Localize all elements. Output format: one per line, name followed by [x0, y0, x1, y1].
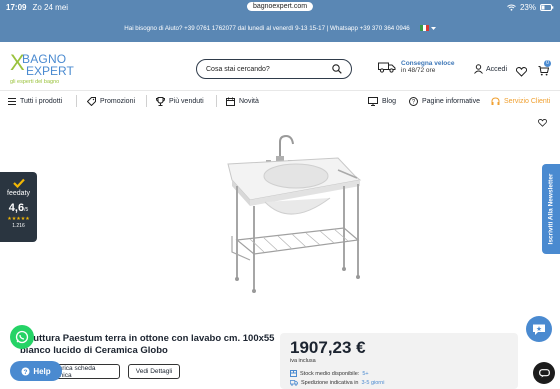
nav-divider: [146, 95, 147, 107]
login-button[interactable]: Accedi: [474, 64, 507, 74]
italy-flag-icon: [419, 25, 429, 31]
nav-promotions[interactable]: Promozioni: [87, 95, 135, 107]
whatsapp-icon: [15, 330, 29, 344]
wishlist-button[interactable]: [515, 64, 528, 82]
help-icon: ?: [21, 367, 30, 375]
feedaty-scale: /5: [24, 207, 29, 213]
price-box: 1907,23 € iva inclusa Stock medio dispon…: [280, 333, 518, 389]
feedaty-brand: feedaty: [7, 190, 30, 197]
checkmark-icon: [13, 178, 25, 188]
shipping-label: Spedizione indicativa in: [301, 380, 359, 386]
view-details-button[interactable]: Vedi Dettagli: [128, 364, 180, 379]
feedaty-rating-widget[interactable]: feedaty 4,6/5 ★★★★★ 1.216: [0, 172, 37, 242]
newsletter-tab[interactable]: Iscriviti Alla Newsletter: [542, 164, 560, 254]
heart-icon: [515, 67, 528, 77]
vat-note: iva inclusa: [290, 358, 316, 364]
nav-customer-service-label: Servizio Clienti: [504, 97, 551, 105]
nav-all-products[interactable]: Tutti i prodotti: [8, 95, 62, 107]
tag-icon: [87, 96, 96, 106]
product-wishlist-button[interactable]: [538, 114, 547, 132]
nav-blog-label: Blog: [382, 97, 397, 105]
help-button[interactable]: ? Help: [10, 361, 62, 381]
user-icon: [474, 64, 483, 74]
status-date: Zo 24 mei: [32, 2, 69, 12]
product-image[interactable]: [210, 128, 365, 296]
chevron-down-icon: [430, 26, 436, 30]
delivery-title: Consegna veloce: [401, 60, 455, 67]
battery-icon: [540, 3, 554, 11]
nav-divider: [216, 95, 217, 107]
view-details-label: Vedi Dettagli: [135, 368, 173, 375]
stock-value: 5+: [362, 370, 369, 377]
main-nav: Tutti i prodotti Promozioni Più venduti …: [0, 90, 560, 110]
blog-icon: [368, 96, 378, 106]
search-input[interactable]: Cosa stai cercando?: [196, 59, 352, 79]
trophy-icon: [156, 96, 165, 106]
headset-icon: [491, 96, 500, 105]
truck-icon: [378, 62, 396, 73]
fast-delivery-info: Consegna veloce in 48/72 ore: [378, 60, 454, 74]
nav-info-pages[interactable]: ? Pagine informative: [409, 95, 480, 107]
newsletter-label: Iscriviti Alla Newsletter: [547, 173, 555, 245]
contact-text: Hai bisogno di Aiuto? +39 0761 1762077 d…: [124, 24, 410, 32]
nav-customer-service[interactable]: Servizio Clienti: [491, 95, 550, 107]
search-icon[interactable]: [332, 64, 342, 74]
logo-tagline: gli esperti del bagno: [10, 79, 60, 85]
status-bar: 17:09 Zo 24 mei bagnoexpert.com 23%: [0, 0, 560, 14]
site-logo[interactable]: X BAGNO EXPERT gli esperti del bagno: [10, 51, 76, 86]
help-label: Help: [33, 366, 51, 376]
language-selector[interactable]: [419, 25, 436, 31]
cart-count-badge: 0: [544, 60, 551, 67]
stock-icon: [290, 370, 297, 377]
stock-info: Stock medio disponibile: 5+: [290, 370, 369, 377]
svg-text:?: ?: [24, 368, 28, 375]
product-price: 1907,23 €: [290, 338, 366, 357]
nav-news[interactable]: Novità: [226, 95, 259, 107]
feedaty-review-count: 1.216: [12, 223, 25, 229]
menu-icon: [8, 97, 16, 105]
rating-stars-icon: ★★★★★: [7, 216, 30, 222]
nav-all-products-label: Tutti i prodotti: [20, 97, 63, 105]
cart-button[interactable]: 0: [538, 60, 551, 81]
whatsapp-button[interactable]: [10, 325, 34, 349]
search-placeholder: Cosa stai cercando?: [206, 65, 270, 73]
site-header: X BAGNO EXPERT gli esperti del bagno Cos…: [0, 42, 560, 90]
nav-info-pages-label: Pagine informative: [422, 97, 480, 105]
wifi-icon: [507, 4, 516, 11]
help-circle-icon: ?: [409, 96, 418, 106]
nav-blog[interactable]: Blog: [368, 95, 396, 107]
contact-bar: Hai bisogno di Aiuto? +39 0761 1762077 d…: [0, 14, 560, 42]
logo-line2: EXPERT: [26, 64, 74, 78]
shipping-estimate: Spedizione indicativa in 3-5 giorni: [290, 380, 384, 386]
nav-promotions-label: Promozioni: [100, 97, 136, 105]
stock-label: Stock medio disponibile:: [300, 370, 360, 377]
feedaty-score: 4,6: [8, 202, 25, 214]
status-time: 17:09: [6, 2, 27, 12]
nav-divider: [76, 95, 77, 107]
nav-best-sellers[interactable]: Più venduti: [156, 95, 204, 107]
chat-button[interactable]: [526, 316, 552, 342]
calendar-icon: [226, 97, 235, 106]
chat-icon: [533, 324, 545, 335]
product-title: Struttura Paestum terra in ottone con la…: [20, 333, 275, 356]
shipping-value: 3-5 giorni: [361, 380, 385, 386]
delivery-subtitle: in 48/72 ore: [401, 67, 436, 74]
nav-best-sellers-label: Più venduti: [169, 97, 204, 105]
cart-icon: [538, 66, 550, 76]
nav-news-label: Novità: [239, 97, 259, 105]
battery-percent: 23%: [519, 2, 536, 12]
login-label: Accedi: [486, 65, 508, 73]
truck-icon: [290, 380, 298, 386]
assistant-button[interactable]: [533, 362, 555, 384]
message-icon: [538, 368, 550, 377]
address-bar[interactable]: bagnoexpert.com: [246, 2, 314, 11]
heart-icon: [538, 119, 547, 127]
